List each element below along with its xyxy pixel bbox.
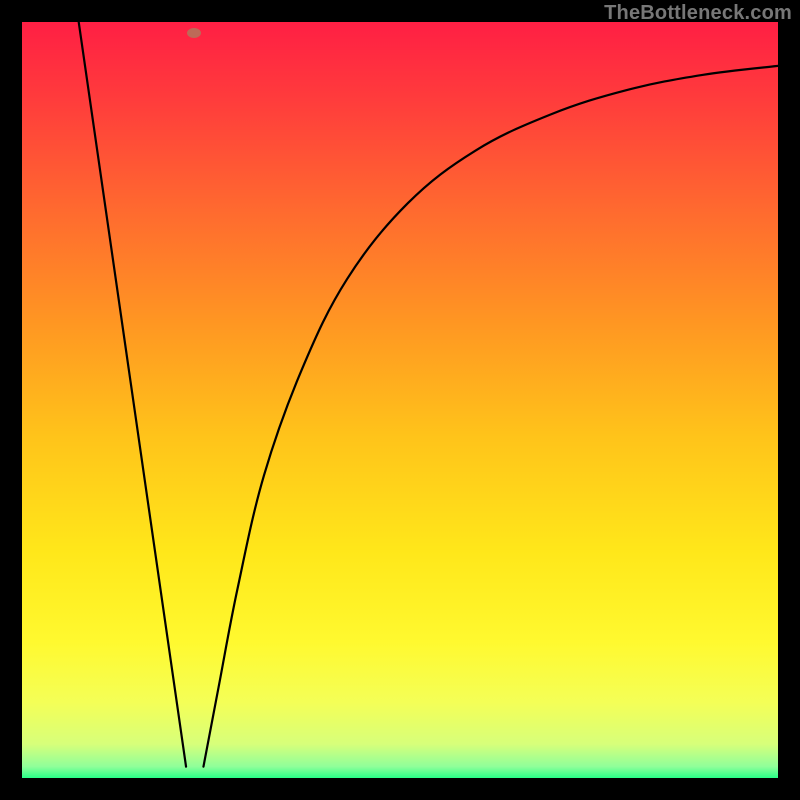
attribution-text: TheBottleneck.com <box>604 2 792 25</box>
bottleneck-curve <box>22 22 778 778</box>
minimum-marker <box>187 28 201 38</box>
plot-area <box>22 22 778 778</box>
chart-frame: TheBottleneck.com <box>0 0 800 800</box>
